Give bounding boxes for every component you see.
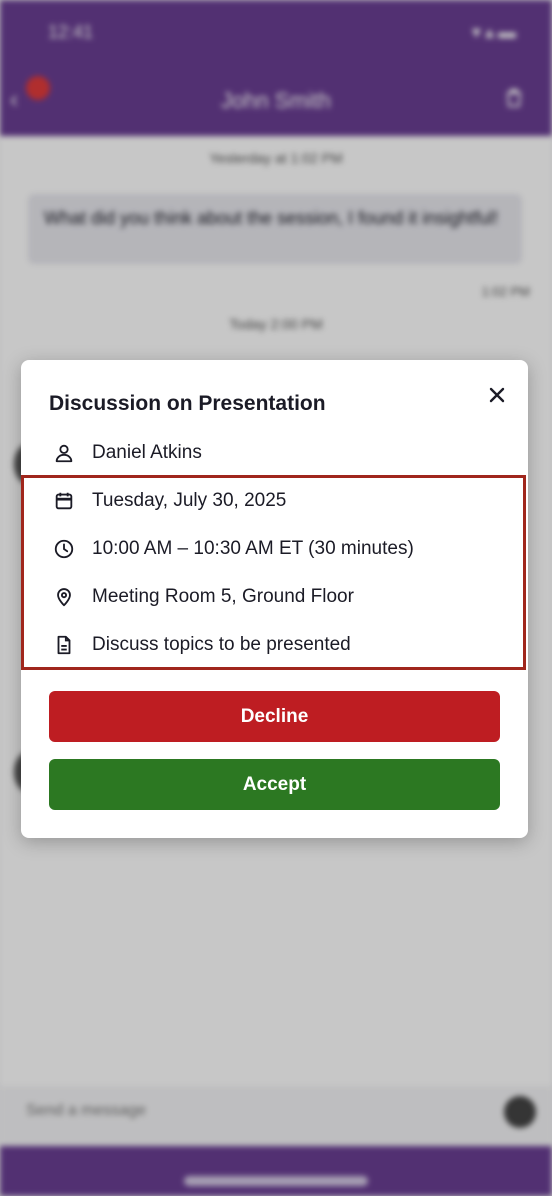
decline-button[interactable]: Decline — [49, 691, 500, 742]
organizer-name: Daniel Atkins — [92, 442, 202, 463]
time-row: 10:00 AM – 10:30 AM ET (30 minutes) — [51, 534, 414, 564]
meeting-time: 10:00 AM – 10:30 AM ET (30 minutes) — [92, 538, 414, 559]
location-pin-icon — [51, 584, 77, 610]
document-icon — [51, 632, 77, 658]
meeting-location: Meeting Room 5, Ground Floor — [92, 586, 354, 607]
accept-button[interactable]: Accept — [49, 759, 500, 810]
meeting-date: Tuesday, July 30, 2025 — [92, 490, 287, 511]
person-icon — [51, 440, 77, 466]
description-row: Discuss topics to be presented — [51, 630, 351, 660]
date-row: Tuesday, July 30, 2025 — [51, 486, 286, 516]
organizer-row: Daniel Atkins — [51, 438, 202, 468]
meeting-description: Discuss topics to be presented — [92, 634, 351, 655]
dialog-title: Discussion on Presentation — [49, 392, 326, 415]
close-icon[interactable] — [484, 382, 510, 408]
calendar-icon — [51, 488, 77, 514]
meeting-invite-dialog: Discussion on Presentation Daniel Atkins… — [21, 360, 528, 838]
screen: 12:41 ▾▴▬ ‹ John Smith Yesterday at 1:02… — [0, 0, 552, 1196]
location-row: Meeting Room 5, Ground Floor — [51, 582, 354, 612]
clock-icon — [51, 536, 77, 562]
